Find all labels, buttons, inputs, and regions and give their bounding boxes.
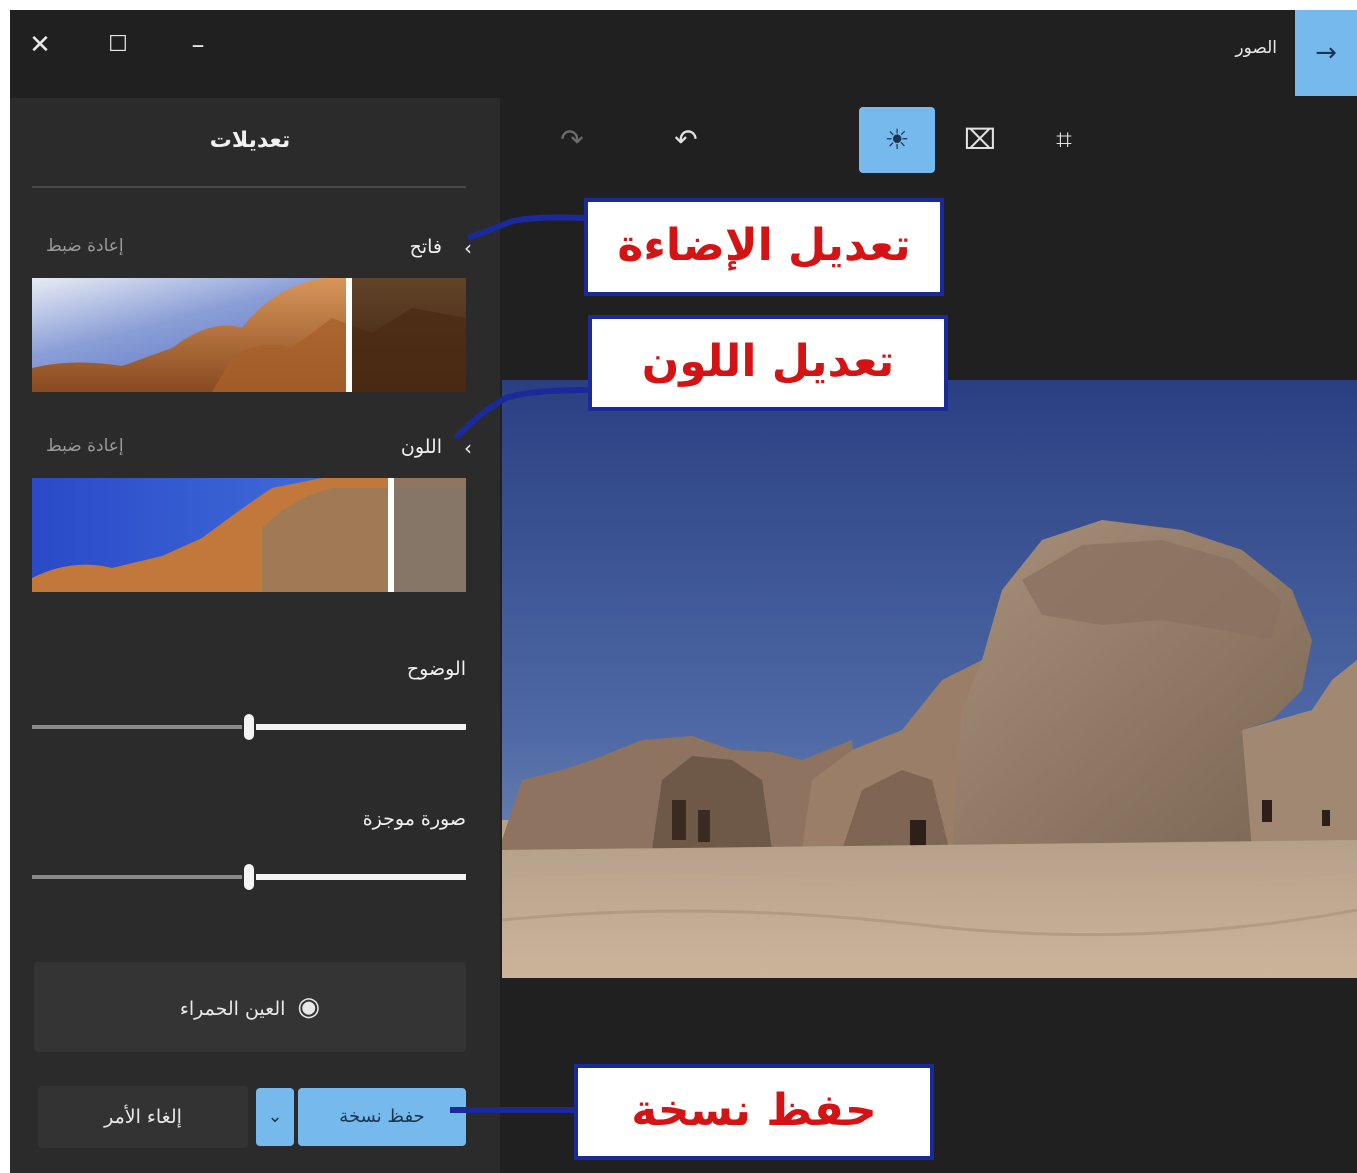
chevron-right-icon: › bbox=[464, 436, 472, 460]
save-callout: حفظ نسخة bbox=[574, 1064, 934, 1160]
save-copy-button[interactable]: حفظ نسخة bbox=[298, 1088, 466, 1146]
adjustments-panel: تعديلات › فاتح إعادة ضبط › اللون إعادة ض… bbox=[10, 98, 500, 1173]
title-bar: ✕ ☐ – الصور → bbox=[10, 10, 1357, 98]
divider bbox=[32, 186, 466, 188]
eye-icon: ◉ bbox=[297, 992, 321, 1022]
undo-button[interactable]: ↶ bbox=[656, 110, 716, 170]
brightness-icon: ☀ bbox=[884, 123, 910, 156]
app-title: الصور bbox=[1235, 38, 1277, 58]
clarity-slider[interactable] bbox=[32, 712, 466, 742]
slider-track-filled bbox=[248, 724, 466, 730]
lighting-callout: تعديل الإضاءة bbox=[584, 198, 944, 296]
color-callout: تعديل اللون bbox=[588, 315, 948, 411]
light-label: فاتح bbox=[409, 236, 442, 258]
slider-handle[interactable] bbox=[242, 712, 256, 742]
color-reset-link[interactable]: إعادة ضبط bbox=[46, 436, 124, 456]
photos-app-window: ✕ ☐ – الصور → ↷ ↶ ☀ ⌧ ⌗ تعديلات › فاتح إ… bbox=[10, 10, 1357, 1173]
vignette-slider[interactable] bbox=[32, 862, 466, 892]
slider-track bbox=[32, 875, 248, 879]
chevron-right-icon: › bbox=[464, 236, 472, 260]
undo-icon: ↶ bbox=[674, 123, 698, 156]
crop-tab[interactable]: ⌗ bbox=[1034, 110, 1094, 170]
chevron-down-icon: ⌄ bbox=[267, 1106, 283, 1127]
arrow-right-icon: → bbox=[1315, 38, 1337, 68]
light-reset-link[interactable]: إعادة ضبط bbox=[46, 236, 124, 256]
redo-button[interactable]: ↷ bbox=[542, 110, 602, 170]
color-section-header[interactable]: › اللون إعادة ضبط bbox=[32, 436, 472, 466]
filters-tab[interactable]: ⌧ bbox=[950, 110, 1010, 170]
panel-title: تعديلات bbox=[209, 128, 291, 153]
slider-track-filled bbox=[248, 874, 466, 880]
save-options-dropdown[interactable]: ⌄ bbox=[256, 1088, 294, 1146]
back-button[interactable]: → bbox=[1295, 10, 1357, 96]
color-label: اللون bbox=[400, 436, 442, 458]
filter-icon: ⌧ bbox=[963, 123, 997, 156]
crop-icon: ⌗ bbox=[1056, 123, 1072, 156]
minimize-icon[interactable]: – bbox=[178, 20, 218, 70]
redo-icon: ↷ bbox=[560, 123, 584, 156]
cancel-button[interactable]: إلغاء الأمر bbox=[38, 1086, 248, 1148]
close-icon[interactable]: ✕ bbox=[20, 20, 60, 70]
slider-track bbox=[32, 725, 248, 729]
vignette-label: صورة موجزة bbox=[362, 808, 466, 830]
photo-preview bbox=[502, 380, 1357, 978]
maximize-icon[interactable]: ☐ bbox=[98, 20, 138, 70]
light-slider-thumbnail[interactable] bbox=[32, 278, 466, 392]
color-slider-thumbnail[interactable] bbox=[32, 478, 466, 592]
adjustments-tab[interactable]: ☀ bbox=[859, 107, 935, 173]
light-section-header[interactable]: › فاتح إعادة ضبط bbox=[32, 236, 472, 266]
slider-handle[interactable] bbox=[242, 862, 256, 892]
clarity-label: الوضوح bbox=[406, 658, 466, 680]
red-eye-label: العين الحمراء bbox=[179, 998, 286, 1020]
red-eye-button[interactable]: ◉ العين الحمراء bbox=[34, 962, 466, 1052]
